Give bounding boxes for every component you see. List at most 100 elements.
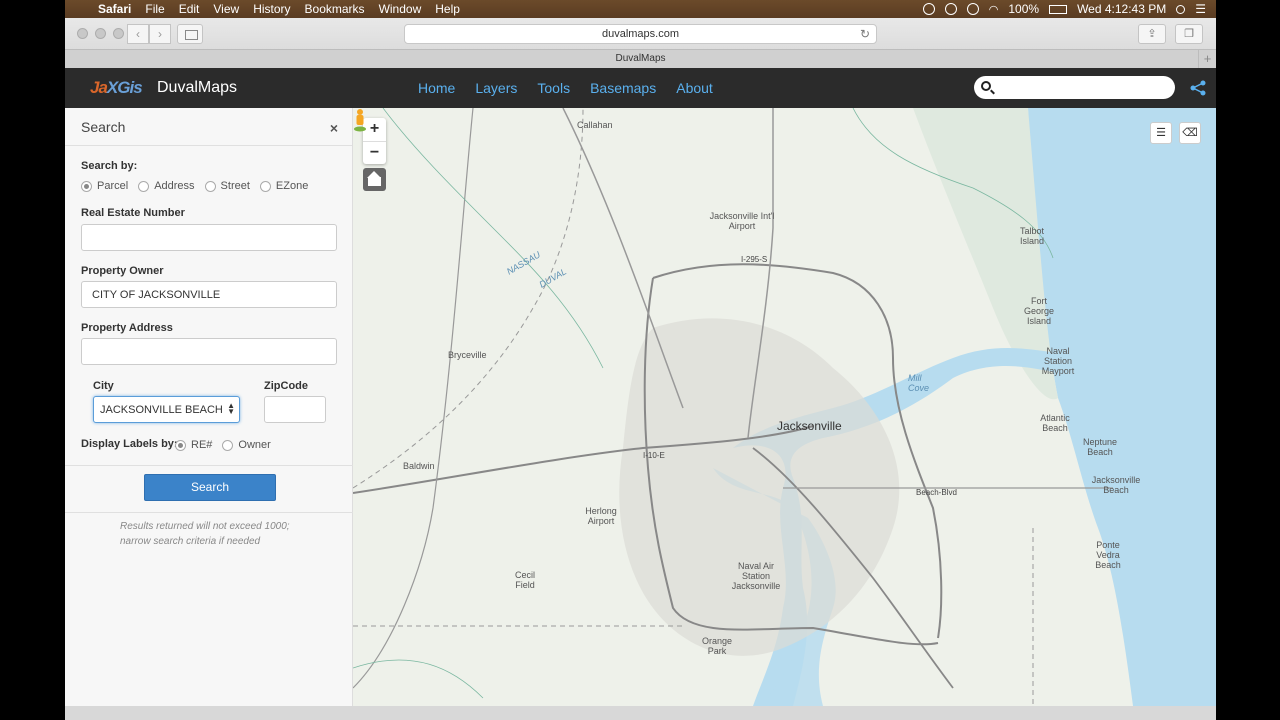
- close-icon[interactable]: ×: [330, 120, 338, 136]
- back-button[interactable]: ‹: [127, 24, 149, 44]
- screen: Safari File Edit View History Bookmarks …: [0, 0, 1280, 720]
- display-labels-options: RE# Owner: [175, 439, 281, 451]
- menu-edit[interactable]: Edit: [172, 2, 207, 16]
- tab-duvalmaps[interactable]: DuvalMaps: [615, 53, 665, 64]
- map-label-naval-mayport: Naval Station Mayport: [1041, 346, 1075, 376]
- menu-bookmarks[interactable]: Bookmarks: [298, 2, 372, 16]
- menu-app-safari[interactable]: Safari: [91, 2, 138, 16]
- zip-label: ZipCode: [264, 380, 308, 392]
- address-bar[interactable]: duvalmaps.com ↻: [404, 24, 877, 44]
- browser-bottom-edge: [65, 706, 1216, 720]
- street-view-pegman-icon[interactable]: [353, 108, 367, 132]
- map-label-ponte-vedra: Ponte Vedra Beach: [1095, 540, 1121, 570]
- jaxgis-logo[interactable]: JaXGis: [90, 78, 143, 98]
- home-icon[interactable]: [363, 168, 386, 191]
- map-label-talbot: Talbot Island: [1019, 226, 1045, 246]
- forward-button[interactable]: ›: [149, 24, 171, 44]
- battery-icon[interactable]: [1049, 4, 1068, 14]
- menubar-clock[interactable]: Wed 4:12:43 PM: [1077, 2, 1166, 16]
- dollar-status-icon[interactable]: [922, 3, 935, 15]
- nav-about[interactable]: About: [676, 80, 713, 96]
- map-label-callahan: Callahan: [577, 120, 613, 130]
- basemap: [353, 108, 1216, 706]
- radio-dot-icon: [222, 439, 234, 451]
- radio-dot-icon: [204, 180, 216, 192]
- history-nav: ‹ ›: [127, 24, 171, 44]
- map-label-jacksonville: Jacksonville: [777, 419, 842, 433]
- display-labels-label: Display Labels by:: [81, 438, 178, 450]
- nav-home[interactable]: Home: [418, 80, 455, 96]
- menu-help[interactable]: Help: [428, 2, 467, 16]
- time-machine-icon[interactable]: [966, 3, 979, 15]
- menu-history[interactable]: History: [246, 2, 297, 16]
- record-status-icon[interactable]: [944, 3, 957, 15]
- radio-street[interactable]: Street: [204, 180, 250, 192]
- map-label-naval-air: Naval Air Station Jacksonville: [731, 561, 781, 591]
- select-arrows-icon: ▲ ▼: [227, 401, 235, 416]
- panel-title: Search: [81, 119, 126, 135]
- search-button[interactable]: Search: [144, 474, 276, 501]
- app-nav: Home Layers Tools Basemaps About: [418, 80, 713, 96]
- nav-basemaps[interactable]: Basemaps: [590, 80, 656, 96]
- search-by-label: Search by:: [81, 160, 138, 172]
- battery-percent[interactable]: 100%: [1008, 2, 1039, 16]
- radio-dot-icon: [175, 439, 186, 451]
- radio-owner[interactable]: Owner: [222, 439, 271, 451]
- city-select[interactable]: JACKSONVILLE BEACH ▲ ▼: [93, 396, 240, 423]
- menubar-status: ◠ 100% Wed 4:12:43 PM ☰: [922, 2, 1216, 16]
- share-button[interactable]: ⇪: [1138, 24, 1166, 44]
- minimize-window-button[interactable]: [95, 28, 106, 39]
- map-label-mill-cove: Mill Cove: [908, 373, 930, 393]
- address-input[interactable]: [81, 338, 337, 365]
- zoom-window-button[interactable]: [113, 28, 124, 39]
- radio-address[interactable]: Address: [138, 180, 195, 192]
- share-icon[interactable]: [1189, 80, 1207, 96]
- letterbox-right: [1216, 0, 1280, 720]
- address-label: Property Address: [81, 322, 173, 334]
- map-label-jax-beach: Jacksonville Beach: [1091, 475, 1141, 495]
- new-tab-button[interactable]: +: [1198, 50, 1216, 68]
- map-label-baldwin: Baldwin: [403, 461, 435, 471]
- re-number-input[interactable]: [81, 224, 337, 251]
- app-name: DuvalMaps: [157, 79, 238, 96]
- nav-layers[interactable]: Layers: [475, 80, 517, 96]
- nav-tools[interactable]: Tools: [537, 80, 570, 96]
- search-panel: Search × Search by: Parcel Address Stree…: [65, 108, 353, 706]
- zip-input[interactable]: [264, 396, 326, 423]
- wifi-icon[interactable]: ◠: [989, 3, 999, 16]
- letterbox-left: [0, 0, 65, 720]
- city-label: City: [93, 380, 114, 392]
- spotlight-icon[interactable]: [1176, 4, 1186, 14]
- sidebar-toggle-button[interactable]: [177, 24, 203, 44]
- map-label-fort-george: Fort George Island: [1023, 296, 1055, 326]
- radio-parcel[interactable]: Parcel: [81, 180, 128, 192]
- city-select-value: JACKSONVILLE BEACH: [100, 404, 223, 416]
- divider: [65, 465, 353, 466]
- close-window-button[interactable]: [77, 28, 88, 39]
- map-label-bryceville: Bryceville: [448, 350, 487, 360]
- notification-center-icon[interactable]: ☰: [1195, 2, 1206, 16]
- map-label-neptune-beach: Neptune Beach: [1082, 437, 1118, 457]
- url-text: duvalmaps.com: [601, 28, 680, 40]
- radio-ezone[interactable]: EZone: [259, 180, 308, 192]
- eraser-icon[interactable]: ⌫: [1179, 122, 1201, 144]
- radio-re-number[interactable]: RE#: [175, 439, 212, 451]
- legend-list-icon[interactable]: ☰: [1150, 122, 1172, 144]
- map-label-orange-park: Orange Park: [701, 636, 733, 656]
- tab-bar: DuvalMaps +: [65, 49, 1216, 68]
- mac-menubar: Safari File Edit View History Bookmarks …: [65, 0, 1216, 18]
- radio-dot-icon: [138, 180, 150, 192]
- map-view[interactable]: + − ☰ ⌫ Callahan Jacksonville Int'l Airp…: [353, 108, 1216, 706]
- radio-dot-icon: [81, 180, 92, 192]
- zoom-out-button[interactable]: −: [363, 141, 386, 164]
- show-tabs-button[interactable]: ❐: [1175, 24, 1203, 44]
- map-search-input[interactable]: [974, 76, 1175, 99]
- app-header: JaXGis DuvalMaps Home Layers Tools Basem…: [65, 68, 1216, 108]
- panel-header: Search ×: [65, 108, 352, 146]
- menu-view[interactable]: View: [206, 2, 246, 16]
- menu-file[interactable]: File: [138, 2, 171, 16]
- reload-icon[interactable]: ↻: [860, 25, 870, 43]
- menu-window[interactable]: Window: [372, 2, 429, 16]
- search-by-options: Parcel Address Street EZone: [81, 180, 318, 192]
- owner-input[interactable]: CITY OF JACKSONVILLE: [81, 281, 337, 308]
